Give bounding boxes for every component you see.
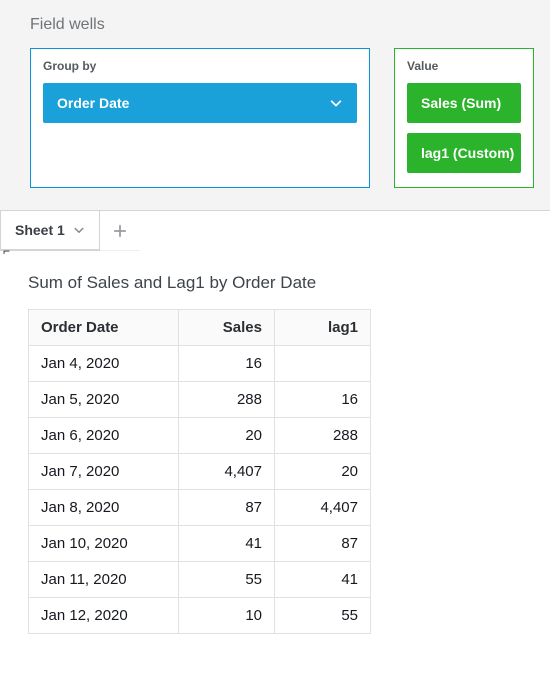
visual-container: Sum of Sales and Lag1 by Order Date Orde… <box>0 251 550 634</box>
chevron-down-icon <box>73 224 85 236</box>
plus-icon <box>113 224 127 238</box>
cell-date: Jan 10, 2020 <box>29 526 179 562</box>
table-row: Jan 5, 202028816 <box>29 382 371 418</box>
cell-sales: 16 <box>179 346 275 382</box>
sheet-tab-label: Sheet 1 <box>15 222 65 238</box>
cell-lag1: 20 <box>275 454 371 490</box>
cell-date: Jan 11, 2020 <box>29 562 179 598</box>
cell-lag1: 55 <box>275 598 371 634</box>
table-row: Jan 12, 20201055 <box>29 598 371 634</box>
value-well[interactable]: Value Sales (Sum) lag1 (Custom) <box>394 48 534 188</box>
table-row: Jan 4, 202016 <box>29 346 371 382</box>
field-wells-panel: Field wells Group by Order Date Value Sa… <box>0 0 550 211</box>
table-row: Jan 8, 2020874,407 <box>29 490 371 526</box>
cell-lag1: 16 <box>275 382 371 418</box>
table-row: Jan 10, 20204187 <box>29 526 371 562</box>
field-wells-row: Group by Order Date Value Sales (Sum) la… <box>30 48 550 210</box>
cell-sales: 41 <box>179 526 275 562</box>
pill-label: lag1 (Custom) <box>421 145 514 161</box>
cell-sales: 55 <box>179 562 275 598</box>
group-by-pill-order-date[interactable]: Order Date <box>43 83 357 123</box>
add-sheet-button[interactable] <box>100 211 140 251</box>
table-row: Jan 11, 20205541 <box>29 562 371 598</box>
table-row: Jan 6, 202020288 <box>29 418 371 454</box>
chevron-down-icon <box>329 96 343 110</box>
sheet-tab-strip: Sheet 1 ⌐ <box>0 211 550 251</box>
pill-label: Order Date <box>57 95 129 111</box>
cell-sales: 10 <box>179 598 275 634</box>
cell-date: Jan 12, 2020 <box>29 598 179 634</box>
value-pill-sales[interactable]: Sales (Sum) <box>407 83 521 123</box>
column-header-lag1[interactable]: lag1 <box>275 310 371 346</box>
cell-lag1: 4,407 <box>275 490 371 526</box>
group-by-well[interactable]: Group by Order Date <box>30 48 370 188</box>
cell-date: Jan 8, 2020 <box>29 490 179 526</box>
cell-lag1: 41 <box>275 562 371 598</box>
cell-date: Jan 6, 2020 <box>29 418 179 454</box>
column-header-sales[interactable]: Sales <box>179 310 275 346</box>
cell-lag1 <box>275 346 371 382</box>
cell-date: Jan 7, 2020 <box>29 454 179 490</box>
group-by-label: Group by <box>43 59 357 73</box>
cell-sales: 4,407 <box>179 454 275 490</box>
cell-sales: 288 <box>179 382 275 418</box>
table-header-row: Order Date Sales lag1 <box>29 310 371 346</box>
field-wells-title: Field wells <box>30 16 550 34</box>
cell-sales: 87 <box>179 490 275 526</box>
cell-date: Jan 5, 2020 <box>29 382 179 418</box>
pill-label: Sales (Sum) <box>421 95 501 111</box>
data-table: Order Date Sales lag1 Jan 4, 202016Jan 5… <box>28 309 371 634</box>
cell-lag1: 288 <box>275 418 371 454</box>
column-header-order-date[interactable]: Order Date <box>29 310 179 346</box>
table-row: Jan 7, 20204,40720 <box>29 454 371 490</box>
cell-lag1: 87 <box>275 526 371 562</box>
value-label: Value <box>407 59 521 73</box>
visual-title: Sum of Sales and Lag1 by Order Date <box>28 273 550 293</box>
cell-date: Jan 4, 2020 <box>29 346 179 382</box>
value-pill-lag1[interactable]: lag1 (Custom) <box>407 133 521 173</box>
sheet-tab-active[interactable]: Sheet 1 <box>0 211 100 251</box>
cell-sales: 20 <box>179 418 275 454</box>
